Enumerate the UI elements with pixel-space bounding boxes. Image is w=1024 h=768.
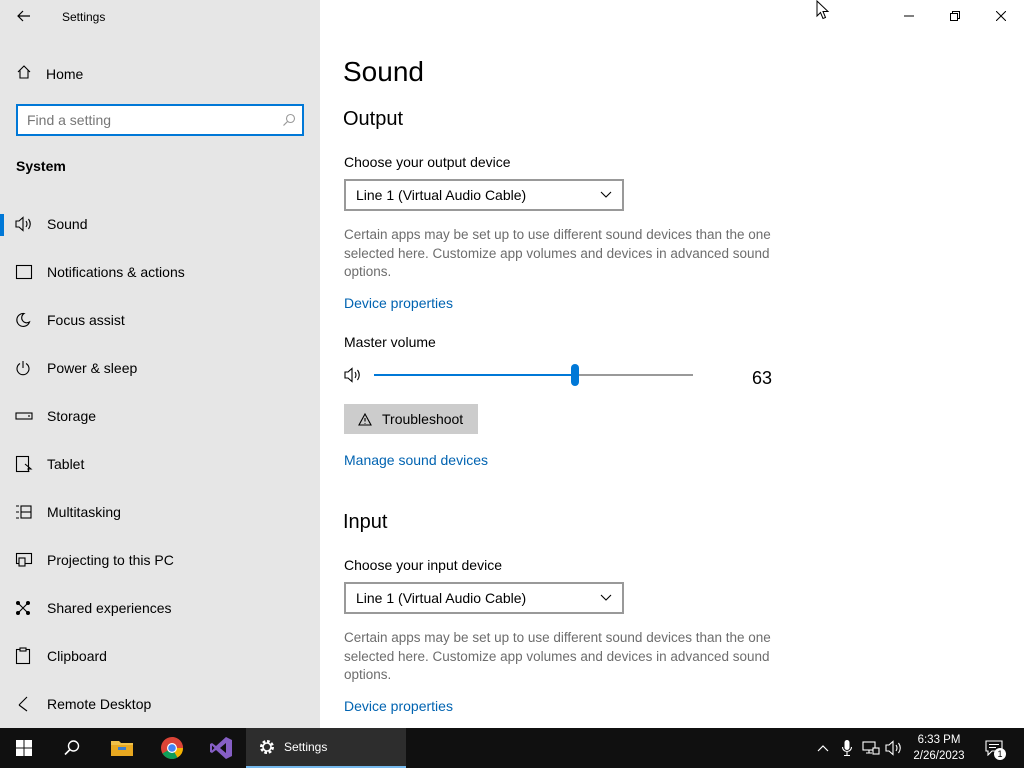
search-icon	[64, 740, 80, 756]
windows-logo-icon	[16, 740, 32, 756]
sidebar-item-clipboard[interactable]: Clipboard	[0, 632, 320, 680]
notification-count-badge: 1	[994, 748, 1006, 760]
input-device-value: Line 1 (Virtual Audio Cable)	[356, 590, 527, 606]
notification-icon	[0, 264, 47, 280]
input-description: Certain apps may be set up to use differ…	[344, 630, 771, 682]
section-label: System	[16, 158, 66, 174]
master-volume-label: Master volume	[344, 334, 436, 350]
volume-value: 63	[752, 368, 773, 388]
sidebar-item-label: Storage	[47, 408, 97, 424]
app-title: Settings	[62, 10, 106, 24]
tray-microphone[interactable]	[837, 738, 857, 758]
speaker-icon	[885, 740, 901, 756]
network-icon	[862, 741, 880, 755]
sidebar-item-label: Shared experiences	[47, 600, 172, 616]
page-title: Sound	[343, 56, 424, 87]
search-icon[interactable]	[276, 113, 302, 127]
taskbar-clock[interactable]: 6:33 PM 2/26/2023	[906, 732, 972, 764]
troubleshoot-label: Troubleshoot	[382, 411, 464, 427]
tray-volume[interactable]	[884, 738, 904, 758]
input-device-dropdown[interactable]: Line 1 (Virtual Audio Cable)	[344, 582, 624, 614]
clock-date: 2/26/2023	[913, 750, 965, 762]
moon-icon	[0, 312, 47, 328]
sidebar-item-label: Clipboard	[47, 648, 107, 664]
chevron-down-icon	[600, 594, 612, 601]
taskbar: Settings 6:33 PM 2/26/2023 1	[0, 728, 1024, 768]
start-button[interactable]	[0, 728, 48, 768]
sidebar-item-label: Multitasking	[47, 504, 121, 520]
sidebar: Settings Home System Sound Notifications…	[0, 0, 320, 728]
sidebar-item-label: Notifications & actions	[47, 264, 185, 280]
sidebar-item-tablet[interactable]: Tablet	[0, 440, 320, 488]
tray-overflow-button[interactable]	[813, 738, 833, 758]
taskbar-search-button[interactable]	[48, 728, 96, 768]
manage-sound-devices-link[interactable]: Manage sound devices	[344, 452, 488, 468]
output-device-dropdown[interactable]: Line 1 (Virtual Audio Cable)	[344, 179, 624, 211]
search-box	[16, 104, 304, 136]
sidebar-item-label: Remote Desktop	[47, 696, 152, 712]
tablet-icon	[0, 455, 47, 473]
volume-slider-thumb[interactable]	[570, 364, 579, 386]
home-icon	[0, 64, 46, 84]
chevron-up-icon	[817, 745, 829, 752]
sidebar-item-home[interactable]: Home	[0, 58, 320, 90]
sidebar-item-shared-experiences[interactable]: Shared experiences	[0, 584, 320, 632]
sidebar-item-label: Home	[46, 66, 84, 82]
action-center-button[interactable]: 1	[984, 738, 1006, 760]
visual-studio-icon	[210, 737, 232, 759]
multitasking-icon	[0, 504, 47, 520]
back-arrow-icon	[17, 10, 30, 22]
sidebar-item-remote-desktop[interactable]: Remote Desktop	[0, 680, 320, 728]
sidebar-item-label: Sound	[47, 216, 88, 232]
sidebar-item-notifications[interactable]: Notifications & actions	[0, 248, 320, 296]
main-content: Sound Output Choose your output device L…	[320, 0, 1024, 728]
warning-icon	[358, 412, 372, 426]
sidebar-item-power-sleep[interactable]: Power & sleep	[0, 344, 320, 392]
clipboard-icon	[0, 647, 47, 665]
sidebar-item-projecting[interactable]: Projecting to this PC	[0, 536, 320, 584]
sidebar-item-label: Projecting to this PC	[47, 552, 174, 568]
taskbar-chrome[interactable]	[148, 728, 196, 768]
search-input[interactable]	[18, 106, 276, 134]
output-device-value: Line 1 (Virtual Audio Cable)	[356, 187, 527, 203]
shared-icon	[0, 600, 47, 616]
sidebar-item-sound[interactable]: Sound	[0, 200, 320, 248]
chevron-down-icon	[600, 191, 612, 198]
sidebar-item-storage[interactable]: Storage	[0, 392, 320, 440]
output-device-properties-link[interactable]: Device properties	[344, 295, 453, 311]
troubleshoot-button[interactable]: Troubleshoot	[344, 404, 478, 434]
chrome-icon	[161, 737, 183, 759]
sidebar-item-focus-assist[interactable]: Focus assist	[0, 296, 320, 344]
projecting-icon	[0, 552, 47, 568]
volume-slider-fill	[374, 374, 575, 376]
taskbar-settings-label: Settings	[284, 740, 328, 754]
microphone-icon	[841, 740, 853, 757]
master-volume-row	[344, 362, 784, 390]
input-device-label: Choose your input device	[344, 557, 502, 573]
clock-time: 6:33 PM	[917, 734, 961, 746]
sidebar-item-multitasking[interactable]: Multitasking	[0, 488, 320, 536]
back-button[interactable]	[8, 2, 40, 30]
sidebar-item-label: Tablet	[47, 456, 85, 472]
power-icon	[0, 360, 47, 376]
sidebar-item-label: Focus assist	[47, 312, 125, 328]
storage-icon	[0, 408, 47, 424]
sidebar-item-label: Power & sleep	[47, 360, 138, 376]
taskbar-visual-studio[interactable]	[197, 728, 245, 768]
folder-icon	[111, 741, 133, 756]
output-heading: Output	[343, 108, 404, 130]
output-device-label: Choose your output device	[344, 154, 511, 170]
remote-desktop-icon	[0, 696, 47, 712]
gear-icon	[260, 740, 274, 754]
output-description: Certain apps may be set up to use differ…	[344, 227, 771, 279]
input-heading: Input	[343, 511, 388, 533]
input-device-properties-link[interactable]: Device properties	[344, 698, 453, 714]
sidebar-nav: Sound Notifications & actions Focus assi…	[0, 200, 320, 728]
tray-network[interactable]	[861, 738, 881, 758]
speaker-icon[interactable]	[344, 366, 364, 389]
speaker-icon	[0, 216, 47, 232]
taskbar-settings[interactable]: Settings	[246, 728, 406, 768]
taskbar-file-explorer[interactable]	[98, 728, 146, 768]
